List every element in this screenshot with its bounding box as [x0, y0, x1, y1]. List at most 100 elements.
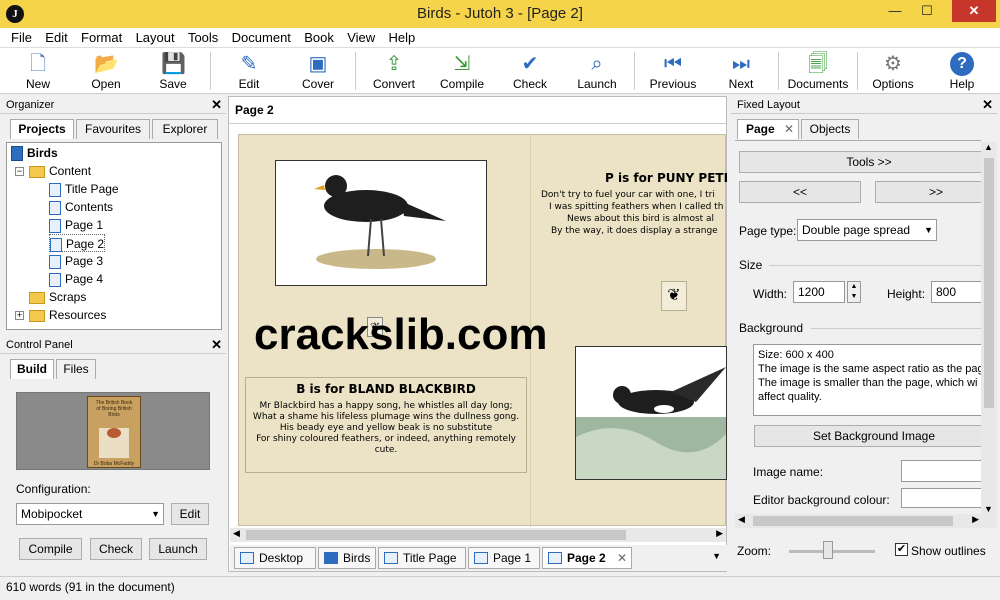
vertical-scrollbar[interactable]: ▲ ▼	[981, 142, 997, 514]
scrollbar-thumb[interactable]	[246, 530, 626, 540]
organizer-close-icon[interactable]: ✕	[211, 96, 222, 114]
tab-title-page[interactable]: Title Page	[378, 547, 466, 569]
open-folder-icon: 📂	[94, 53, 119, 75]
horizontal-scrollbar[interactable]: ◀ ▶	[230, 528, 726, 542]
open-button[interactable]: 📂 Open	[74, 50, 138, 92]
compile-button[interactable]: ⇲ Compile	[430, 50, 494, 92]
image-name-input[interactable]	[901, 460, 981, 482]
image-name-label: Image name:	[753, 465, 824, 479]
blackbird-image[interactable]	[275, 160, 487, 286]
close-tab-icon[interactable]: ✕	[784, 120, 794, 139]
close-tab-icon[interactable]: ✕	[617, 548, 627, 568]
tab-list-chevron-icon[interactable]: ▼	[712, 551, 721, 561]
minimize-button[interactable]: —	[880, 0, 910, 22]
tree-item-content[interactable]: Content	[29, 162, 91, 180]
ornament-icon[interactable]: ❦	[661, 281, 687, 311]
petrel-text-box[interactable]: P is for PUNY PETI Don't try to fuel you…	[535, 171, 727, 251]
page-type-select[interactable]: Double page spread ▼	[797, 219, 937, 241]
save-button[interactable]: 💾 Save	[141, 50, 205, 92]
menu-format[interactable]: Format	[76, 28, 127, 47]
width-spinner[interactable]: ▲ ▼	[847, 281, 861, 303]
tab-page-2[interactable]: Page 2 ✕	[542, 547, 632, 569]
tree-item-scraps[interactable]: Scraps	[29, 288, 86, 306]
menu-document[interactable]: Document	[227, 28, 296, 47]
editor-background-colour-input[interactable]	[901, 488, 981, 508]
menu-help[interactable]: Help	[384, 28, 421, 47]
tab-objects[interactable]: Objects	[801, 119, 859, 139]
tab-favourites[interactable]: Favourites	[76, 119, 150, 139]
scroll-left-icon[interactable]: ◀	[738, 514, 745, 525]
scroll-down-icon[interactable]: ▼	[984, 504, 993, 514]
blackbird-text-box[interactable]: B is for BLAND BLACKBIRD Mr Blackbird ha…	[245, 377, 527, 473]
tab-projects[interactable]: Projects	[10, 119, 74, 139]
launch-button[interactable]: ⌕ Launch	[565, 50, 629, 92]
check-button[interactable]: ✔ Check	[498, 50, 562, 92]
panel-scrollbar-thumb[interactable]	[753, 516, 953, 526]
menu-edit[interactable]: Edit	[40, 28, 72, 47]
petrel-illustration	[576, 367, 726, 479]
launch-panel-button[interactable]: Launch	[149, 538, 207, 560]
tree-item-page-2[interactable]: Page 2	[49, 234, 106, 252]
chevron-down-icon: ▼	[151, 509, 160, 519]
control-panel-close-icon[interactable]: ✕	[211, 336, 222, 354]
petrel-image[interactable]	[575, 346, 727, 480]
convert-icon: ⇪	[385, 53, 403, 75]
tab-desktop[interactable]: Desktop	[234, 547, 316, 569]
maximize-button[interactable]: ☐	[912, 0, 942, 22]
close-button[interactable]: ✕	[952, 0, 996, 22]
tree-item-page-4[interactable]: Page 4	[49, 270, 103, 288]
set-background-image-button[interactable]: Set Background Image	[754, 425, 981, 447]
convert-button[interactable]: ⇪ Convert	[362, 50, 426, 92]
width-input[interactable]: 1200	[793, 281, 845, 303]
vertical-scrollbar-thumb[interactable]	[984, 158, 994, 408]
tree-item-title-page[interactable]: Title Page	[49, 180, 119, 198]
tree-item-page-1[interactable]: Page 1	[49, 216, 103, 234]
tools-button[interactable]: Tools >>	[739, 151, 981, 173]
configuration-label: Configuration:	[16, 482, 91, 496]
tab-files[interactable]: Files	[56, 359, 96, 379]
scroll-right-icon[interactable]: ▶	[972, 514, 979, 525]
compile-panel-button[interactable]: Compile	[19, 538, 82, 560]
book-cover-thumbnail: The British Book of Boring British Birds…	[87, 396, 141, 468]
edit-configuration-button[interactable]: Edit	[171, 503, 209, 525]
scroll-up-icon[interactable]: ▲	[984, 142, 993, 152]
tab-explorer[interactable]: Explorer	[152, 119, 218, 139]
previous-page-button[interactable]: <<	[739, 181, 861, 203]
scroll-right-icon[interactable]: ▶	[716, 528, 723, 539]
tab-page[interactable]: Page ✕	[737, 119, 799, 139]
options-button[interactable]: ⚙ Options	[861, 50, 925, 92]
help-button[interactable]: ? Help	[930, 50, 994, 92]
cover-button[interactable]: ▣ Cover	[286, 50, 350, 92]
collapse-icon[interactable]: −	[15, 167, 24, 176]
documents-button[interactable]: 🗐 Documents	[783, 50, 853, 92]
previous-button[interactable]: ⏮ Previous	[641, 50, 705, 92]
menu-view[interactable]: View	[342, 28, 380, 47]
tree-item-contents[interactable]: Contents	[49, 198, 113, 216]
edit-toolbar-button[interactable]: ✎ Edit	[217, 50, 281, 92]
next-page-button[interactable]: >>	[875, 181, 981, 203]
background-info-text[interactable]: Size: 600 x 400 The image is the same as…	[753, 344, 981, 416]
tab-build[interactable]: Build	[10, 359, 54, 379]
expand-icon[interactable]: +	[15, 311, 24, 320]
zoom-slider[interactable]	[789, 541, 875, 559]
show-outlines-checkbox[interactable]: ✔	[895, 543, 908, 556]
fixed-layout-close-icon[interactable]: ✕	[982, 96, 993, 114]
check-panel-button[interactable]: Check	[90, 538, 142, 560]
scroll-left-icon[interactable]: ◀	[233, 528, 240, 539]
height-input[interactable]: 800	[931, 281, 981, 303]
new-button[interactable]: 🗋 New	[6, 50, 70, 92]
menu-layout[interactable]: Layout	[131, 28, 180, 47]
menu-tools[interactable]: Tools	[183, 28, 223, 47]
menu-book[interactable]: Book	[299, 28, 339, 47]
tree-item-birds[interactable]: Birds	[11, 144, 58, 162]
tree-item-resources[interactable]: Resources	[29, 306, 106, 324]
next-button[interactable]: ⏭ Next	[709, 50, 773, 92]
zoom-slider-thumb[interactable]	[823, 541, 834, 559]
compile-icon: ⇲	[453, 53, 471, 75]
panel-horizontal-scrollbar[interactable]: ◀ ▶	[735, 514, 997, 528]
configuration-select[interactable]: Mobipocket ▼	[16, 503, 164, 525]
tab-page-1[interactable]: Page 1	[468, 547, 540, 569]
menu-file[interactable]: File	[6, 28, 37, 47]
tab-birds[interactable]: Birds	[318, 547, 376, 569]
tree-item-page-3[interactable]: Page 3	[49, 252, 103, 270]
